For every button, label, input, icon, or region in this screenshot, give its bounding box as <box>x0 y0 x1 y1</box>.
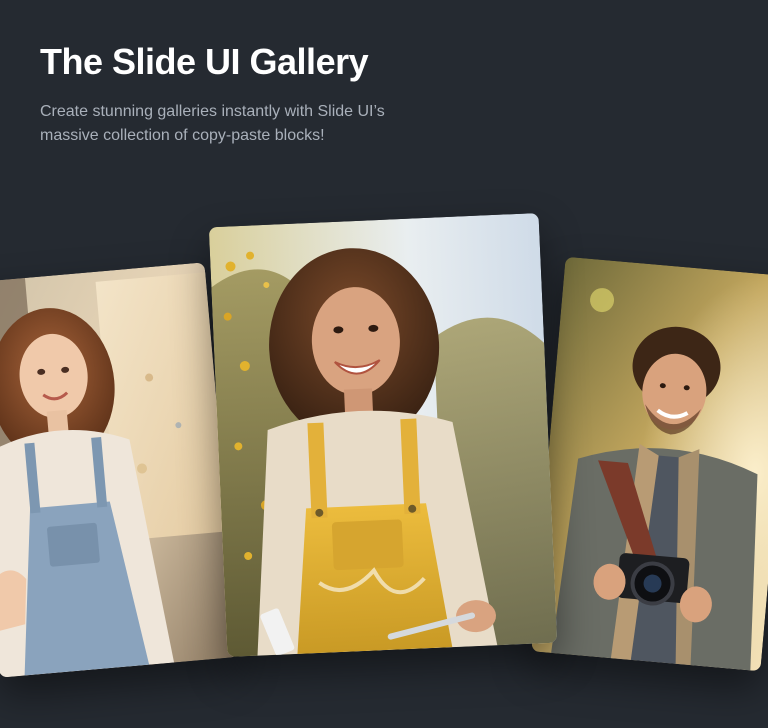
painter-woman-photo <box>0 262 239 678</box>
gallery-card-painter[interactable] <box>0 262 239 678</box>
page-subtitle: Create stunning galleries instantly with… <box>40 103 385 144</box>
page-title: The Slide UI Gallery <box>40 41 369 82</box>
gallery-card-photographer[interactable] <box>531 256 768 672</box>
photographer-man-photo <box>531 256 768 672</box>
gallery-page: The Slide UI Gallery Create stunning gal… <box>0 0 768 728</box>
photo-gallery <box>0 200 768 728</box>
yellow-overalls-woman-photo <box>208 213 558 657</box>
gallery-card-yellow-overalls[interactable] <box>208 213 558 657</box>
